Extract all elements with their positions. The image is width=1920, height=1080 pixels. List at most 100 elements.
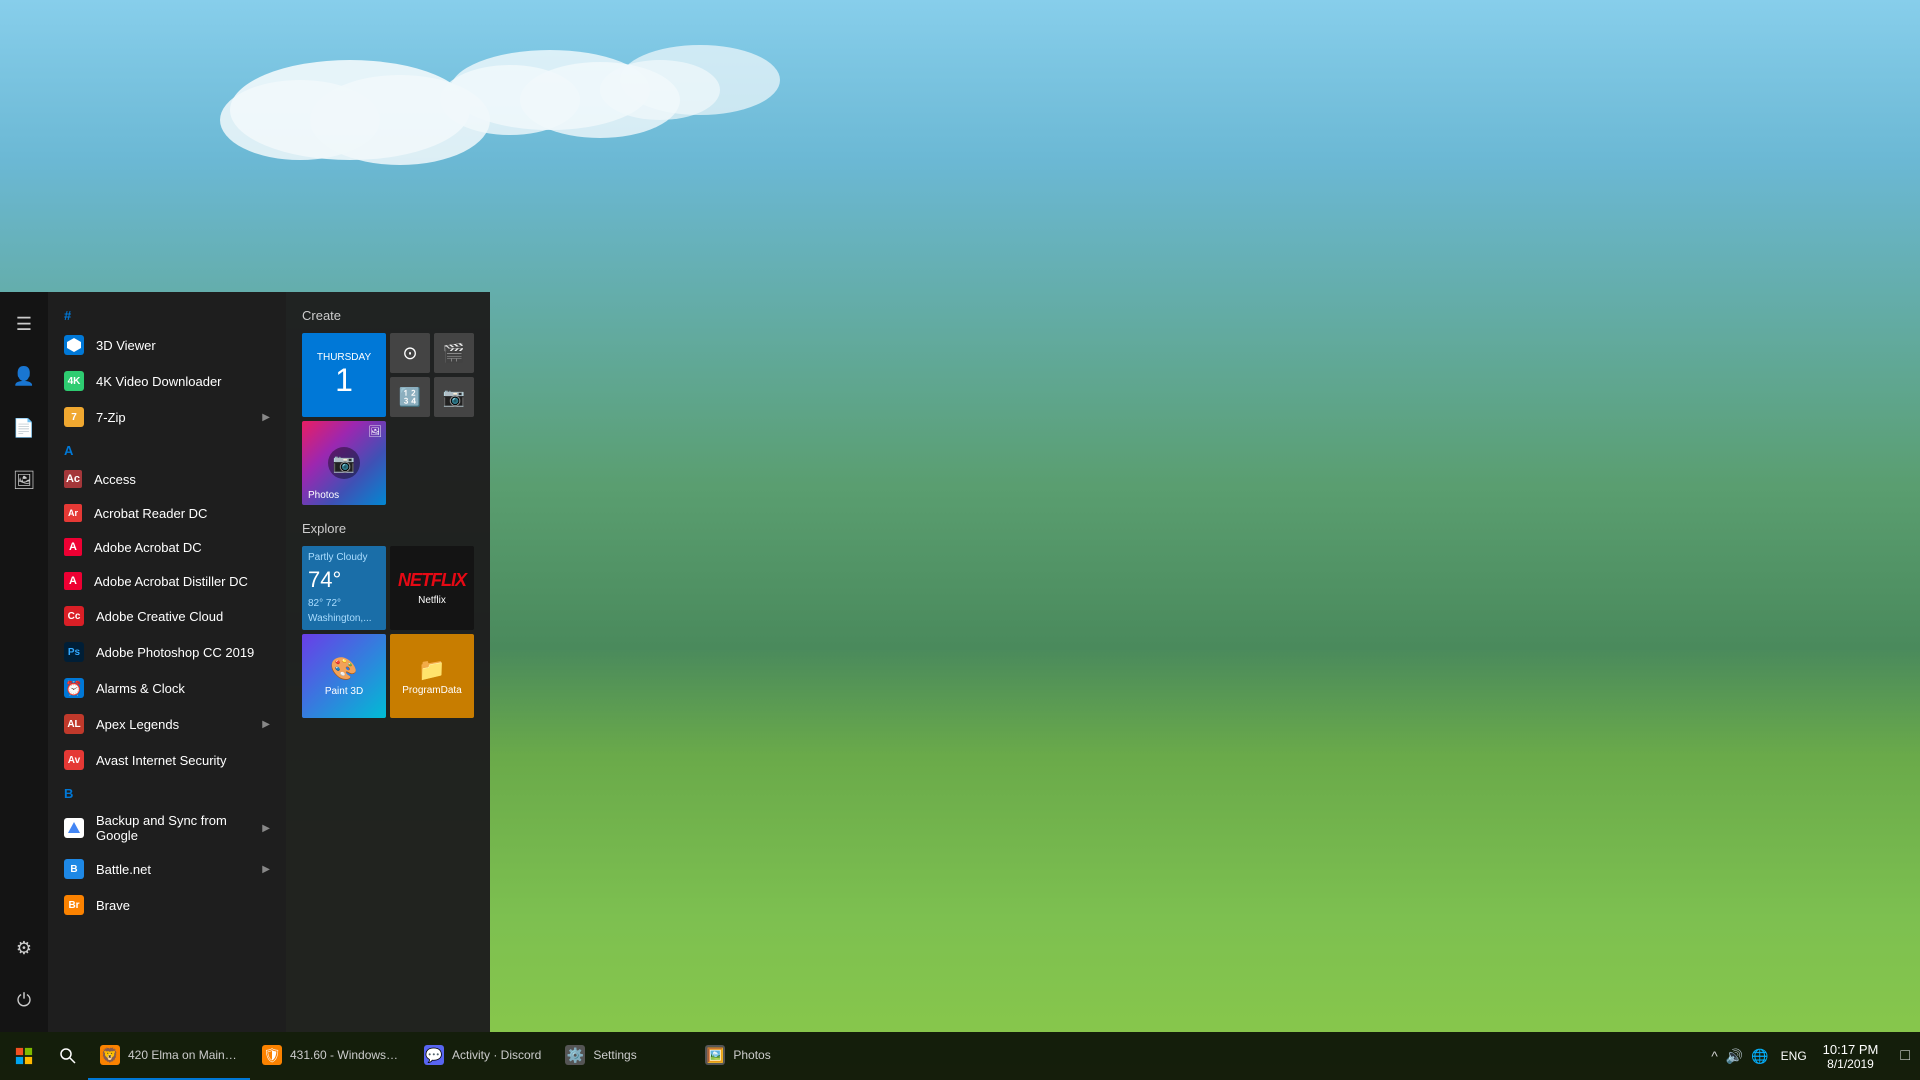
app-3d-viewer[interactable]: 3D Viewer [48,327,286,363]
language-label: ENG [1781,1049,1807,1063]
app-alarms-clock-label: Alarms & Clock [96,681,185,696]
disk-icon: ⊙ [402,343,417,364]
brave-taskbar-icon: 🦁 [100,1045,120,1065]
7zip-icon: 7 [64,407,84,427]
weather-range: 82° 72° [308,598,380,609]
photos-taskbar-icon: 🖼️ [705,1045,725,1065]
app-avast[interactable]: Av Avast Internet Security [48,742,286,778]
power-sidebar-icon[interactable]: ⏻ [0,976,48,1024]
app-access-label: Access [94,472,136,487]
acrobat-reader-icon: Ar [64,504,82,522]
app-photoshop[interactable]: Ps Adobe Photoshop CC 2019 [48,634,286,670]
taskbar: 🦁 420 Elma on Main -... 🛡 431.60 - Windo… [0,1032,1920,1080]
taskbar-settings-item[interactable]: ⚙️ Settings [553,1032,693,1080]
app-acrobat-reader-label: Acrobat Reader DC [94,506,207,521]
brave-icon: Br [64,895,84,915]
app-acrobat-reader[interactable]: Ar Acrobat Reader DC [48,496,286,530]
settings-sidebar-icon[interactable]: ⚙ [0,924,48,972]
programdata-label: ProgramData [402,685,461,696]
taskbar-clock[interactable]: 10:17 PM 8/1/2019 [1811,1038,1891,1075]
brave2-taskbar-text: 431.60 - Windows S... [290,1048,400,1062]
netflix-tile[interactable]: NETFLIX Netflix [390,546,474,630]
start-tiles-area: Create Thursday 1 ⊙ 🎬 🔢 [286,292,490,1032]
tile-video-icon[interactable]: 🎬 [434,333,474,373]
3d-viewer-icon [64,335,84,355]
windows-logo-icon [15,1047,33,1065]
search-icon [60,1048,76,1064]
app-adobe-distiller[interactable]: A Adobe Acrobat Distiller DC [48,564,286,598]
network-icon[interactable]: 🌐 [1751,1048,1768,1065]
discord-taskbar-icon: 💬 [424,1045,444,1065]
folder-icon: 📁 [418,657,445,683]
hamburger-menu-icon[interactable]: ☰ [0,300,48,348]
taskbar-search-button[interactable] [48,1032,88,1080]
backup-sync-icon [64,818,84,838]
app-battlenet-label: Battle.net [96,862,151,877]
documents-sidebar-icon[interactable]: 📄 [0,404,48,452]
taskbar-time: 10:17 PM [1823,1042,1879,1057]
photoshop-icon: Ps [64,642,84,662]
start-apps-list: # 3D Viewer 4K 4K Video Downloader 7 7-Z… [48,292,286,1032]
apex-expand-icon: ▶ [262,719,270,730]
video-icon: 🎬 [443,343,465,364]
app-brave[interactable]: Br Brave [48,887,286,923]
taskbar-brave2-item[interactable]: 🛡 431.60 - Windows S... [250,1032,412,1080]
calendar-tile[interactable]: Thursday 1 [302,333,386,417]
app-brave-label: Brave [96,898,130,913]
user-avatar-icon[interactable]: 👤 [0,352,48,400]
calc-icon: 🔢 [399,387,421,408]
settings-taskbar-text: Settings [593,1048,636,1062]
tiles-explore-title: Explore [302,521,474,536]
app-7zip-label: 7-Zip [96,410,126,425]
photos-taskbar-text: Photos [733,1048,770,1062]
paint3d-tile[interactable]: 🎨 Paint 3D [302,634,386,718]
tile-disk-icon[interactable]: ⊙ [390,333,430,373]
adobe-distiller-icon: A [64,572,82,590]
tiles-create-title: Create [302,308,474,323]
paint3d-icon: 🎨 [330,656,357,682]
backup-expand-icon: ▶ [262,823,270,834]
app-adobe-distiller-label: Adobe Acrobat Distiller DC [94,574,248,589]
adobe-acrobat-icon: A [64,538,82,556]
taskbar-language[interactable]: ENG [1777,1049,1811,1063]
app-apex-legends[interactable]: AL Apex Legends ▶ [48,706,286,742]
discord-taskbar-text: Activity · Discord [452,1048,541,1062]
app-alarms-clock[interactable]: ⏰ Alarms & Clock [48,670,286,706]
cam-icon: 📷 [443,387,465,408]
app-battlenet[interactable]: B Battle.net ▶ [48,851,286,887]
tile-cam-icon[interactable]: 📷 [434,377,474,417]
app-7zip[interactable]: 7 7-Zip ▶ [48,399,286,435]
4k-video-icon: 4K [64,371,84,391]
weather-temp: 74° [308,567,380,593]
app-adobe-cc-label: Adobe Creative Cloud [96,609,223,624]
app-4k-video[interactable]: 4K 4K Video Downloader [48,363,286,399]
app-adobe-cc[interactable]: Cc Adobe Creative Cloud [48,598,286,634]
taskbar-brave-item[interactable]: 🦁 420 Elma on Main -... [88,1032,250,1080]
photos-tile[interactable]: 📷 Photos 🖼 [302,421,386,505]
tile-calc-icon[interactable]: 🔢 [390,377,430,417]
taskbar-discord-item[interactable]: 💬 Activity · Discord [412,1032,553,1080]
taskbar-photos-item[interactable]: 🖼️ Photos [693,1032,833,1080]
photos-tile-icon: 🖼 [368,425,382,438]
show-hidden-icons[interactable]: ^ [1711,1048,1718,1064]
app-access[interactable]: Ac Access [48,462,286,496]
app-photoshop-label: Adobe Photoshop CC 2019 [96,645,254,660]
app-adobe-acrobat[interactable]: A Adobe Acrobat DC [48,530,286,564]
settings-taskbar-icon: ⚙️ [565,1045,585,1065]
programdata-tile[interactable]: 📁 ProgramData [390,634,474,718]
photos-tile-label: Photos [308,490,339,501]
weather-tile[interactable]: Partly Cloudy 74° 82° 72° Washington,... [302,546,386,630]
action-center-button[interactable]: □ [1890,1047,1920,1065]
photos-sidebar-icon[interactable]: 🖼 [0,456,48,504]
volume-icon[interactable]: 🔊 [1726,1048,1743,1065]
netflix-label: Netflix [418,595,446,606]
notification-area: ^ 🔊 🌐 [1703,1048,1776,1065]
app-backup-sync[interactable]: Backup and Sync from Google ▶ [48,805,286,851]
app-adobe-acrobat-label: Adobe Acrobat DC [94,540,202,555]
taskbar-items-container: 🦁 420 Elma on Main -... 🛡 431.60 - Windo… [88,1032,1703,1080]
battlenet-icon: B [64,859,84,879]
start-button[interactable] [0,1032,48,1080]
app-apex-legends-label: Apex Legends [96,717,179,732]
netflix-logo: NETFLIX [398,570,466,591]
desktop: ☰ 👤 📄 🖼 ⚙ ⏻ # 3D Viewer 4K 4K Video Down… [0,0,1920,1080]
